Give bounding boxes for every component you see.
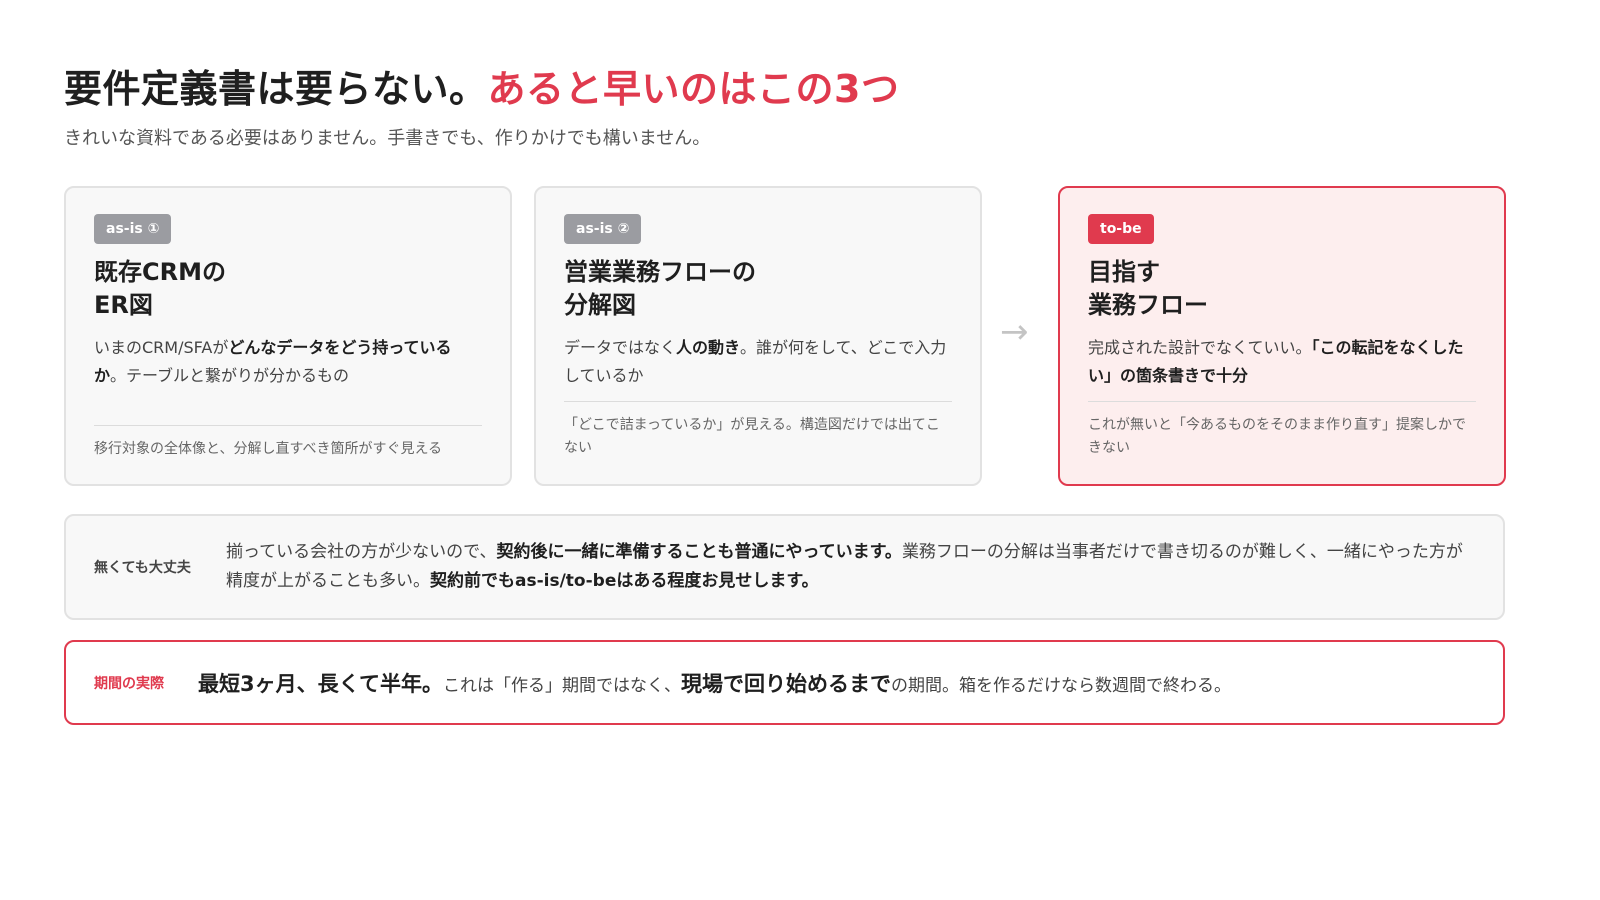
- page-title: 要件定義書は要らない。あると早いのはこの3つ: [64, 58, 899, 113]
- card-title-line1: 目指す: [1088, 258, 1160, 286]
- card-title-line1: 既存CRMの: [94, 258, 226, 286]
- slide: 要件定義書は要らない。あると早いのはこの3つ きれいな資料である必要はありません…: [0, 0, 1600, 900]
- desc-post: 。テーブルと繋がりが分かるもの: [110, 366, 350, 385]
- card-title-line2: ER図: [94, 291, 153, 319]
- card-tag: as-is ②: [564, 214, 642, 244]
- notice-text: 揃っている会社の方が少ないので、契約後に一緒に準備することも普通にやっています。…: [226, 538, 1475, 596]
- period-text2: の期間。箱を作るだけなら数週間で終わる。: [890, 675, 1231, 696]
- card-to-be-flow: to-be 目指す 業務フロー 完成された設計でなくていい。「この転記をなくした…: [1058, 186, 1506, 486]
- card-title: 既存CRMの ER図: [94, 256, 482, 322]
- page-subtitle: きれいな資料である必要はありません。手書きでも、作りかけでも構いません。: [64, 128, 711, 149]
- card-as-is-flow-breakdown: as-is ② 営業業務フローの 分解図 データではなく人の動き。誰が何をして、…: [534, 186, 982, 486]
- card-note: 「どこで詰まっているか」が見える。構造図だけでは出てこない: [564, 401, 952, 460]
- card-as-is-er-diagram: as-is ① 既存CRMの ER図 いまのCRM/SFAがどんなデータをどう持…: [64, 186, 512, 486]
- desc-bold: 人の動き: [676, 338, 741, 357]
- card-title: 目指す 業務フロー: [1088, 256, 1476, 322]
- period-big1: 最短3ヶ月、長くて半年。: [198, 671, 443, 696]
- notice-text1: 揃っている会社の方が少ないので、: [226, 542, 497, 562]
- card-description: データではなく人の動き。誰が何をして、どこで入力しているか: [564, 334, 952, 390]
- desc-pre: データではなく: [564, 338, 677, 357]
- card-note: 移行対象の全体像と、分解し直すべき箇所がすぐ見える: [94, 425, 482, 461]
- card-title: 営業業務フローの 分解図: [564, 256, 952, 322]
- card-note: これが無いと「今あるものをそのまま作り直す」提案しかできない: [1088, 401, 1476, 460]
- period-text: 最短3ヶ月、長くて半年。これは「作る」期間ではなく、現場で回り始めるまでの期間。…: [198, 668, 1475, 698]
- card-tag: as-is ①: [94, 214, 172, 244]
- desc-pre: いまのCRM/SFAが: [94, 338, 229, 357]
- right-arrow-icon: →: [1000, 312, 1029, 352]
- card-description: 完成された設計でなくていい。「この転記をなくしたい」の箇条書きで十分: [1088, 334, 1476, 390]
- period-label: 期間の実際: [94, 675, 164, 692]
- card-title-line1: 営業業務フローの: [564, 258, 756, 286]
- title-main: 要件定義書は要らない。: [64, 67, 488, 111]
- card-title-line2: 業務フロー: [1088, 291, 1208, 319]
- card-description: いまのCRM/SFAがどんなデータをどう持っているか。テーブルと繋がりが分かるも…: [94, 334, 482, 390]
- notice-bold1: 契約後に一緒に準備することも普通にやっています。: [496, 542, 902, 562]
- card-tag: to-be: [1088, 214, 1154, 244]
- notice-label: 無くても大丈夫: [94, 560, 191, 576]
- notice-box: 無くても大丈夫 揃っている会社の方が少ないので、契約後に一緒に準備することも普通…: [64, 514, 1505, 620]
- title-accent: あると早いのはこの3つ: [487, 67, 900, 111]
- period-text1: これは「作る」期間ではなく、: [442, 675, 681, 696]
- notice-bold2: 契約前でもas-is/to-beはある程度お見せします。: [430, 571, 819, 591]
- period-box: 期間の実際 最短3ヶ月、長くて半年。これは「作る」期間ではなく、現場で回り始める…: [64, 640, 1505, 725]
- desc-pre: 完成された設計でなくていい。: [1088, 338, 1312, 357]
- card-title-line2: 分解図: [564, 291, 636, 319]
- period-big2: 現場で回り始めるまで: [680, 671, 891, 696]
